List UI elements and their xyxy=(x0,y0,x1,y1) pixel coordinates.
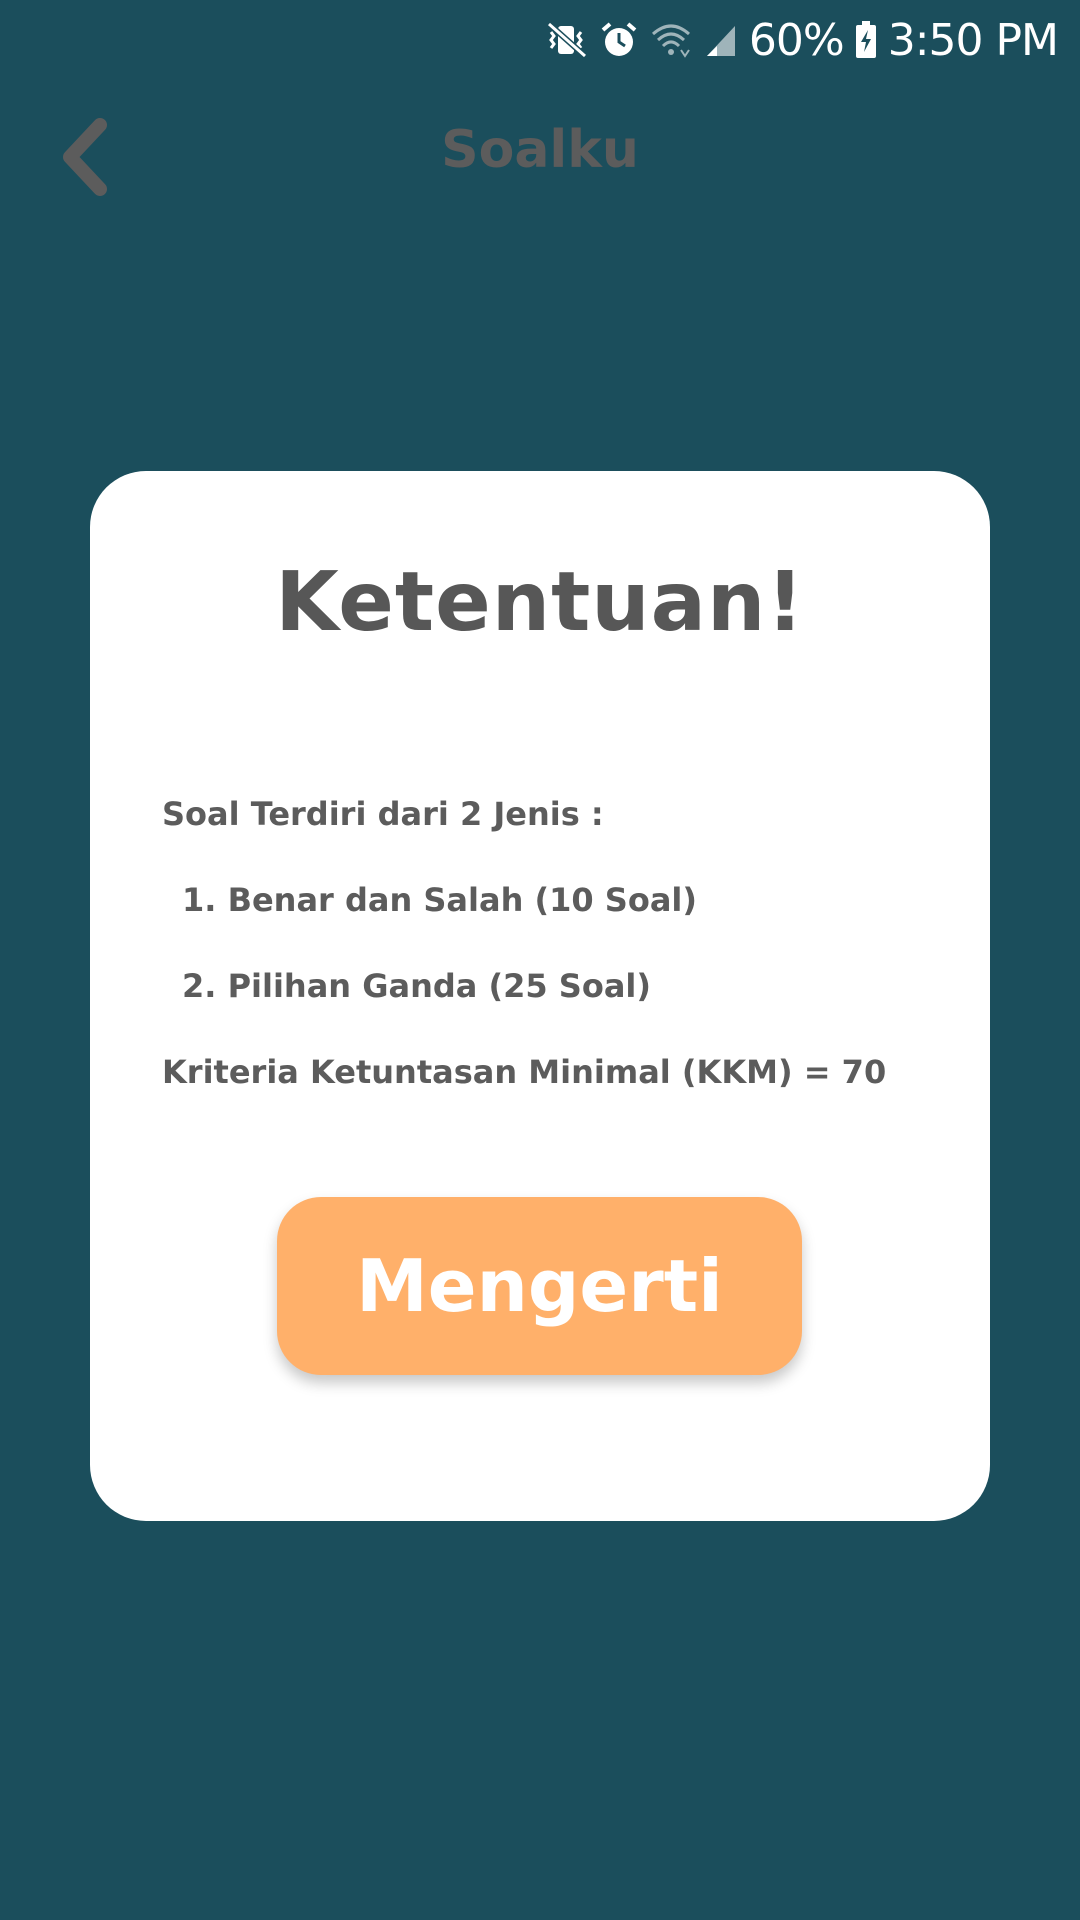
confirm-button[interactable]: Mengerti xyxy=(277,1197,802,1375)
app-bar: Soalku xyxy=(0,80,1080,230)
rule-item-true-false: 1. Benar dan Salah (10 Soal) xyxy=(182,881,698,919)
status-bar: 60% 3:50 PM xyxy=(0,0,1080,80)
rules-list: Soal Terdiri dari 2 Jenis : 1. Benar dan… xyxy=(162,771,950,1115)
rule-intro: Soal Terdiri dari 2 Jenis : xyxy=(162,795,604,833)
rules-dialog: Ketentuan! Soal Terdiri dari 2 Jenis : 1… xyxy=(90,471,990,1521)
battery-charging-icon xyxy=(854,20,878,60)
status-time: 3:50 PM xyxy=(887,14,1059,66)
wifi-icon xyxy=(649,20,693,60)
alarm-icon xyxy=(599,20,639,60)
rule-item-multiple-choice: 2. Pilihan Ganda (25 Soal) xyxy=(182,967,652,1005)
signal-icon xyxy=(703,20,739,60)
battery-percent: 60% xyxy=(748,14,845,66)
status-icons: 60% 3:50 PM xyxy=(545,12,1059,68)
dialog-title: Ketentuan! xyxy=(275,555,805,650)
page-title: Soalku xyxy=(441,120,639,180)
rule-kkm: Kriteria Ketuntasan Minimal (KKM) = 70 xyxy=(162,1053,887,1091)
vibrate-mute-icon xyxy=(545,20,589,60)
